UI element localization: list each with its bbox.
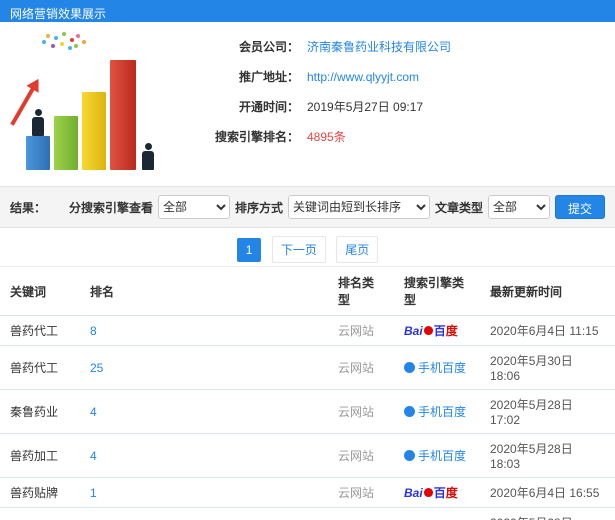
rank-cell: 29 xyxy=(80,507,328,520)
mobile-baidu-logo: 手机百度 xyxy=(404,361,466,375)
open-time-label: 开通时间： xyxy=(238,100,299,114)
rank-link[interactable]: 25 xyxy=(90,361,103,375)
article-type-label: 文章类型 xyxy=(434,200,483,215)
rank-link[interactable]: 1 xyxy=(90,486,97,500)
next-page-button[interactable]: 下一页 xyxy=(271,236,326,263)
rank-link[interactable]: 4 xyxy=(90,405,97,419)
pagination: 1 下一页 尾页 xyxy=(0,228,615,266)
rank-type-cell: 云网站 xyxy=(328,345,394,390)
rank-cell: 4 xyxy=(80,389,328,434)
title-bar: 网络营销效果展示 xyxy=(0,0,615,22)
engine-cell: 手机百度 xyxy=(394,389,480,434)
chart-bar xyxy=(82,92,106,170)
table-row: 口罩贴牌29云网站手机百度2020年5月28日 16:55 xyxy=(0,507,615,520)
figure-torso xyxy=(142,151,154,170)
col-engine-type: 搜索引擎类型 xyxy=(394,266,480,316)
engine-filter-select[interactable]: 全部 xyxy=(157,195,230,219)
update-time-cell: 2020年5月28日 16:55 xyxy=(480,507,615,520)
sort-select[interactable]: 关键词由短到长排序 xyxy=(287,195,430,219)
mobile-baidu-logo: 手机百度 xyxy=(404,449,466,463)
col-rank-type: 排名类型 xyxy=(328,266,394,316)
baidu-logo: Bai 百度 xyxy=(404,486,458,500)
page-1-button[interactable]: 1 xyxy=(236,238,262,262)
table-row: 兽药代工 25 云网站 手机百度 2020年5月30日 18:06 xyxy=(0,345,615,390)
rank-cell: 4 xyxy=(80,433,328,478)
figure-torso xyxy=(32,117,44,136)
rank-type-cell: 云网站 xyxy=(328,433,394,478)
results-table: 关键词 排名 排名类型 搜索引擎类型 最新更新时间 兽药代工 8 云网站 Bai 百度 2… xyxy=(0,266,615,520)
sort-label: 排序方式 xyxy=(234,200,283,215)
keyword-cell: 兽药加工 xyxy=(0,433,80,478)
bar-chart-illustration xyxy=(10,30,187,180)
last-page-button[interactable]: 尾页 xyxy=(336,236,379,263)
keyword-cell: 兽药贴牌 xyxy=(0,477,80,508)
rank-type-cell: 云网站 xyxy=(328,507,394,520)
engine-rank-count: 4895条 xyxy=(307,130,346,144)
col-update-time: 最新更新时间 xyxy=(480,266,615,316)
table-row: 秦鲁药业 4 云网站 手机百度 2020年5月28日 17:02 xyxy=(0,389,615,434)
baidu-paw-icon xyxy=(423,488,433,497)
baidu-paw-icon xyxy=(423,326,433,335)
mobile-baidu-icon xyxy=(404,450,415,461)
rank-type-cell: 云网站 xyxy=(328,389,394,434)
chart-bar xyxy=(54,116,78,170)
results-table-body: 兽药代工 8 云网站 Bai 百度 2020年6月4日 11:15 兽药代工 25 云网站 手机百… xyxy=(0,315,615,520)
table-header-row: 关键词 排名 排名类型 搜索引擎类型 最新更新时间 xyxy=(0,266,615,316)
rank-type-cell: 云网站 xyxy=(328,315,394,346)
chart-bar xyxy=(110,60,136,170)
keyword-cell: 兽药代工 xyxy=(0,345,80,390)
article-type-select[interactable]: 全部 xyxy=(487,195,550,219)
update-time-cell: 2020年5月28日 18:03 xyxy=(480,433,615,478)
rank-link[interactable]: 8 xyxy=(90,324,97,338)
submit-button[interactable]: 提交 xyxy=(554,195,605,219)
confetti-dots xyxy=(46,34,50,38)
col-rank: 排名 xyxy=(80,266,328,316)
update-time-cell: 2020年5月30日 18:06 xyxy=(480,345,615,390)
filter-bar: 结果： 分搜索引擎查看 全部 排序方式 关键词由短到长排序 文章类型 全部 提交 xyxy=(0,186,615,228)
update-time-cell: 2020年5月28日 17:02 xyxy=(480,389,615,434)
mobile-baidu-logo: 手机百度 xyxy=(404,405,466,419)
keyword-cell: 兽药代工 xyxy=(0,315,80,346)
person-silhouette xyxy=(31,109,45,136)
keyword-cell: 秦鲁药业 xyxy=(0,389,80,434)
table-row: 兽药代工 8 云网站 Bai 百度 2020年6月4日 11:15 xyxy=(0,315,615,346)
col-keyword: 关键词 xyxy=(0,266,80,316)
table-row: 兽药贴牌 1 云网站 Bai 百度 2020年6月4日 16:55 xyxy=(0,477,615,508)
member-company-link[interactable]: 济南秦鲁药业科技有限公司 xyxy=(307,38,451,55)
promo-url-label: 推广地址： xyxy=(238,70,299,84)
engine-cell: 手机百度 xyxy=(394,345,480,390)
mobile-baidu-icon xyxy=(404,406,415,417)
figure-head xyxy=(34,109,42,116)
rank-cell: 8 xyxy=(80,315,328,346)
person-silhouette xyxy=(141,143,155,170)
engine-rank-label: 搜索引擎排名： xyxy=(214,130,299,144)
rank-type-cell: 云网站 xyxy=(328,477,394,508)
result-label: 结果： xyxy=(10,200,47,215)
page-title: 网络营销效果展示 xyxy=(10,7,107,21)
member-info-fields: 会员公司： 济南秦鲁药业科技有限公司 推广地址： http://www.qlyy… xyxy=(187,30,603,180)
promo-url-link[interactable]: http://www.qlyyjt.com xyxy=(307,70,419,84)
engine-cell: Bai 百度 xyxy=(394,477,480,508)
page: 网络营销效果展示 会员公司： 济南秦鲁药业科技有限公司 推广地址： http:/… xyxy=(0,0,615,520)
figure-head xyxy=(144,143,152,150)
table-row: 兽药加工 4 云网站 手机百度 2020年5月28日 18:03 xyxy=(0,433,615,478)
rank-cell: 1 xyxy=(80,477,328,508)
engine-filter-label: 分搜索引擎查看 xyxy=(68,200,153,215)
mobile-baidu-icon xyxy=(404,362,415,373)
engine-cell: 手机百度 xyxy=(394,507,480,520)
update-time-cell: 2020年6月4日 11:15 xyxy=(480,315,615,346)
baidu-logo: Bai 百度 xyxy=(404,324,458,338)
engine-cell: Bai 百度 xyxy=(394,315,480,346)
member-info-section: 会员公司： 济南秦鲁药业科技有限公司 推广地址： http://www.qlyy… xyxy=(0,22,615,186)
open-time-value: 2019年5月27日 09:17 xyxy=(307,100,424,114)
rank-link[interactable]: 4 xyxy=(90,449,97,463)
member-company-label: 会员公司： xyxy=(238,40,299,54)
chart-bar xyxy=(26,136,50,170)
rank-cell: 25 xyxy=(80,345,328,390)
engine-cell: 手机百度 xyxy=(394,433,480,478)
keyword-cell: 口罩贴牌 xyxy=(0,507,80,520)
update-time-cell: 2020年6月4日 16:55 xyxy=(480,477,615,508)
